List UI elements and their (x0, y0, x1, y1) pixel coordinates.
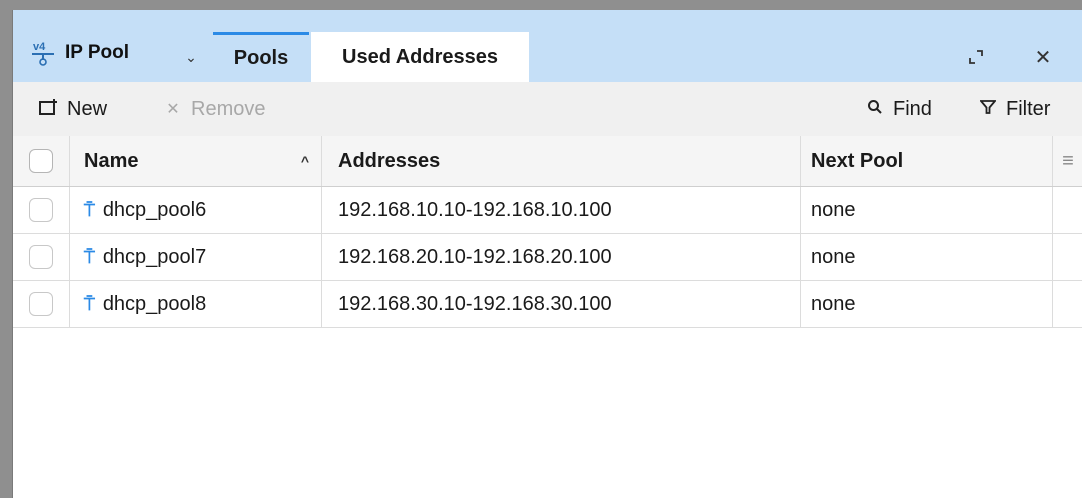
table-row[interactable]: ⍑ dhcp_pool6 192.168.10.10-192.168.10.10… (13, 187, 1082, 234)
select-all-checkbox[interactable] (29, 149, 53, 173)
next-pool-cell: none (801, 281, 1053, 327)
new-button-label: New (67, 97, 108, 120)
pool-name: dhcp_pool6 (102, 198, 207, 221)
pools-table: Name ^ Addresses Next Pool ≡ ⍑ dhcp_pool… (13, 136, 1082, 328)
find-button[interactable]: Find (865, 82, 932, 136)
pool-icon: ⍑ (84, 293, 95, 314)
title-bar: v4 IP Pool ⌄ Pools Used Addresses ✕ (13, 10, 1082, 82)
column-header-addresses[interactable]: Addresses (322, 136, 801, 186)
remove-button[interactable]: ✕ Remove (163, 82, 265, 136)
svg-text:v4: v4 (33, 41, 46, 53)
addresses-cell: 192.168.30.10-192.168.30.100 (322, 281, 801, 327)
expand-icon (969, 50, 983, 64)
row-checkbox-cell (13, 234, 70, 280)
column-header-name[interactable]: Name ^ (70, 136, 322, 186)
row-checkbox[interactable] (29, 292, 53, 316)
remove-icon: ✕ (166, 101, 180, 118)
window-title: v4 IP Pool (31, 38, 129, 68)
pool-name: dhcp_pool7 (102, 245, 207, 268)
new-window-icon (39, 98, 59, 121)
pool-next-pool: none (811, 292, 856, 315)
next-pool-cell: none (801, 187, 1053, 233)
pool-addresses: 192.168.10.10-192.168.10.100 (338, 198, 612, 221)
select-all-cell (13, 136, 70, 186)
tab-pools-label: Pools (233, 47, 289, 69)
addresses-cell: 192.168.10.10-192.168.10.100 (322, 187, 801, 233)
window-title-text: IP Pool (65, 42, 130, 63)
column-header-next-pool-label: Next Pool (811, 149, 904, 172)
sort-ascending-icon: ^ (300, 153, 309, 169)
column-header-addresses-label: Addresses (338, 149, 441, 172)
close-button[interactable]: ✕ (1028, 42, 1058, 72)
pool-addresses: 192.168.30.10-192.168.30.100 (338, 292, 612, 315)
column-header-name-label: Name (84, 149, 139, 172)
name-cell: ⍑ dhcp_pool6 (70, 187, 322, 233)
tab-list-dropdown[interactable]: ⌄ (173, 32, 209, 82)
pool-next-pool: none (811, 245, 856, 268)
next-pool-cell: none (801, 234, 1053, 280)
close-icon: ✕ (1034, 46, 1052, 69)
row-checkbox[interactable] (29, 198, 53, 222)
filter-button-label: Filter (1006, 97, 1051, 120)
tab-pools[interactable]: Pools (213, 32, 309, 82)
name-cell: ⍑ dhcp_pool7 (70, 234, 322, 280)
row-checkbox[interactable] (29, 245, 53, 269)
find-button-label: Find (893, 97, 932, 120)
pool-addresses: 192.168.20.10-192.168.20.100 (338, 245, 612, 268)
table-row[interactable]: ⍑ dhcp_pool7 192.168.20.10-192.168.20.10… (13, 234, 1082, 281)
table-row[interactable]: ⍑ dhcp_pool8 192.168.30.10-192.168.30.10… (13, 281, 1082, 328)
pool-next-pool: none (811, 198, 856, 221)
table-header: Name ^ Addresses Next Pool ≡ (13, 136, 1082, 187)
addresses-cell: 192.168.20.10-192.168.20.100 (322, 234, 801, 280)
row-checkbox-cell (13, 187, 70, 233)
search-icon (865, 99, 885, 120)
pool-icon: ⍑ (84, 199, 95, 220)
tab-used-addresses[interactable]: Used Addresses (311, 32, 529, 82)
row-checkbox-cell (13, 281, 70, 327)
toolbar: New ✕ Remove Find Filter (13, 82, 1082, 137)
pool-name: dhcp_pool8 (102, 292, 207, 315)
ip-pool-window: v4 IP Pool ⌄ Pools Used Addresses ✕ New … (12, 10, 1082, 498)
filter-button[interactable]: Filter (978, 82, 1050, 136)
new-button[interactable]: New (39, 82, 107, 136)
column-menu-button[interactable]: ≡ (1053, 136, 1082, 186)
remove-button-label: Remove (191, 97, 266, 120)
tab-used-addresses-label: Used Addresses (342, 45, 498, 68)
pool-icon: ⍑ (84, 246, 95, 267)
ipv4-pool-icon: v4 (31, 40, 55, 66)
expand-button[interactable] (961, 42, 991, 72)
filter-icon (978, 99, 998, 120)
column-header-next-pool[interactable]: Next Pool (801, 136, 1053, 186)
menu-icon: ≡ (1062, 149, 1074, 172)
name-cell: ⍑ dhcp_pool8 (70, 281, 322, 327)
chevron-down-icon: ⌄ (185, 48, 197, 65)
